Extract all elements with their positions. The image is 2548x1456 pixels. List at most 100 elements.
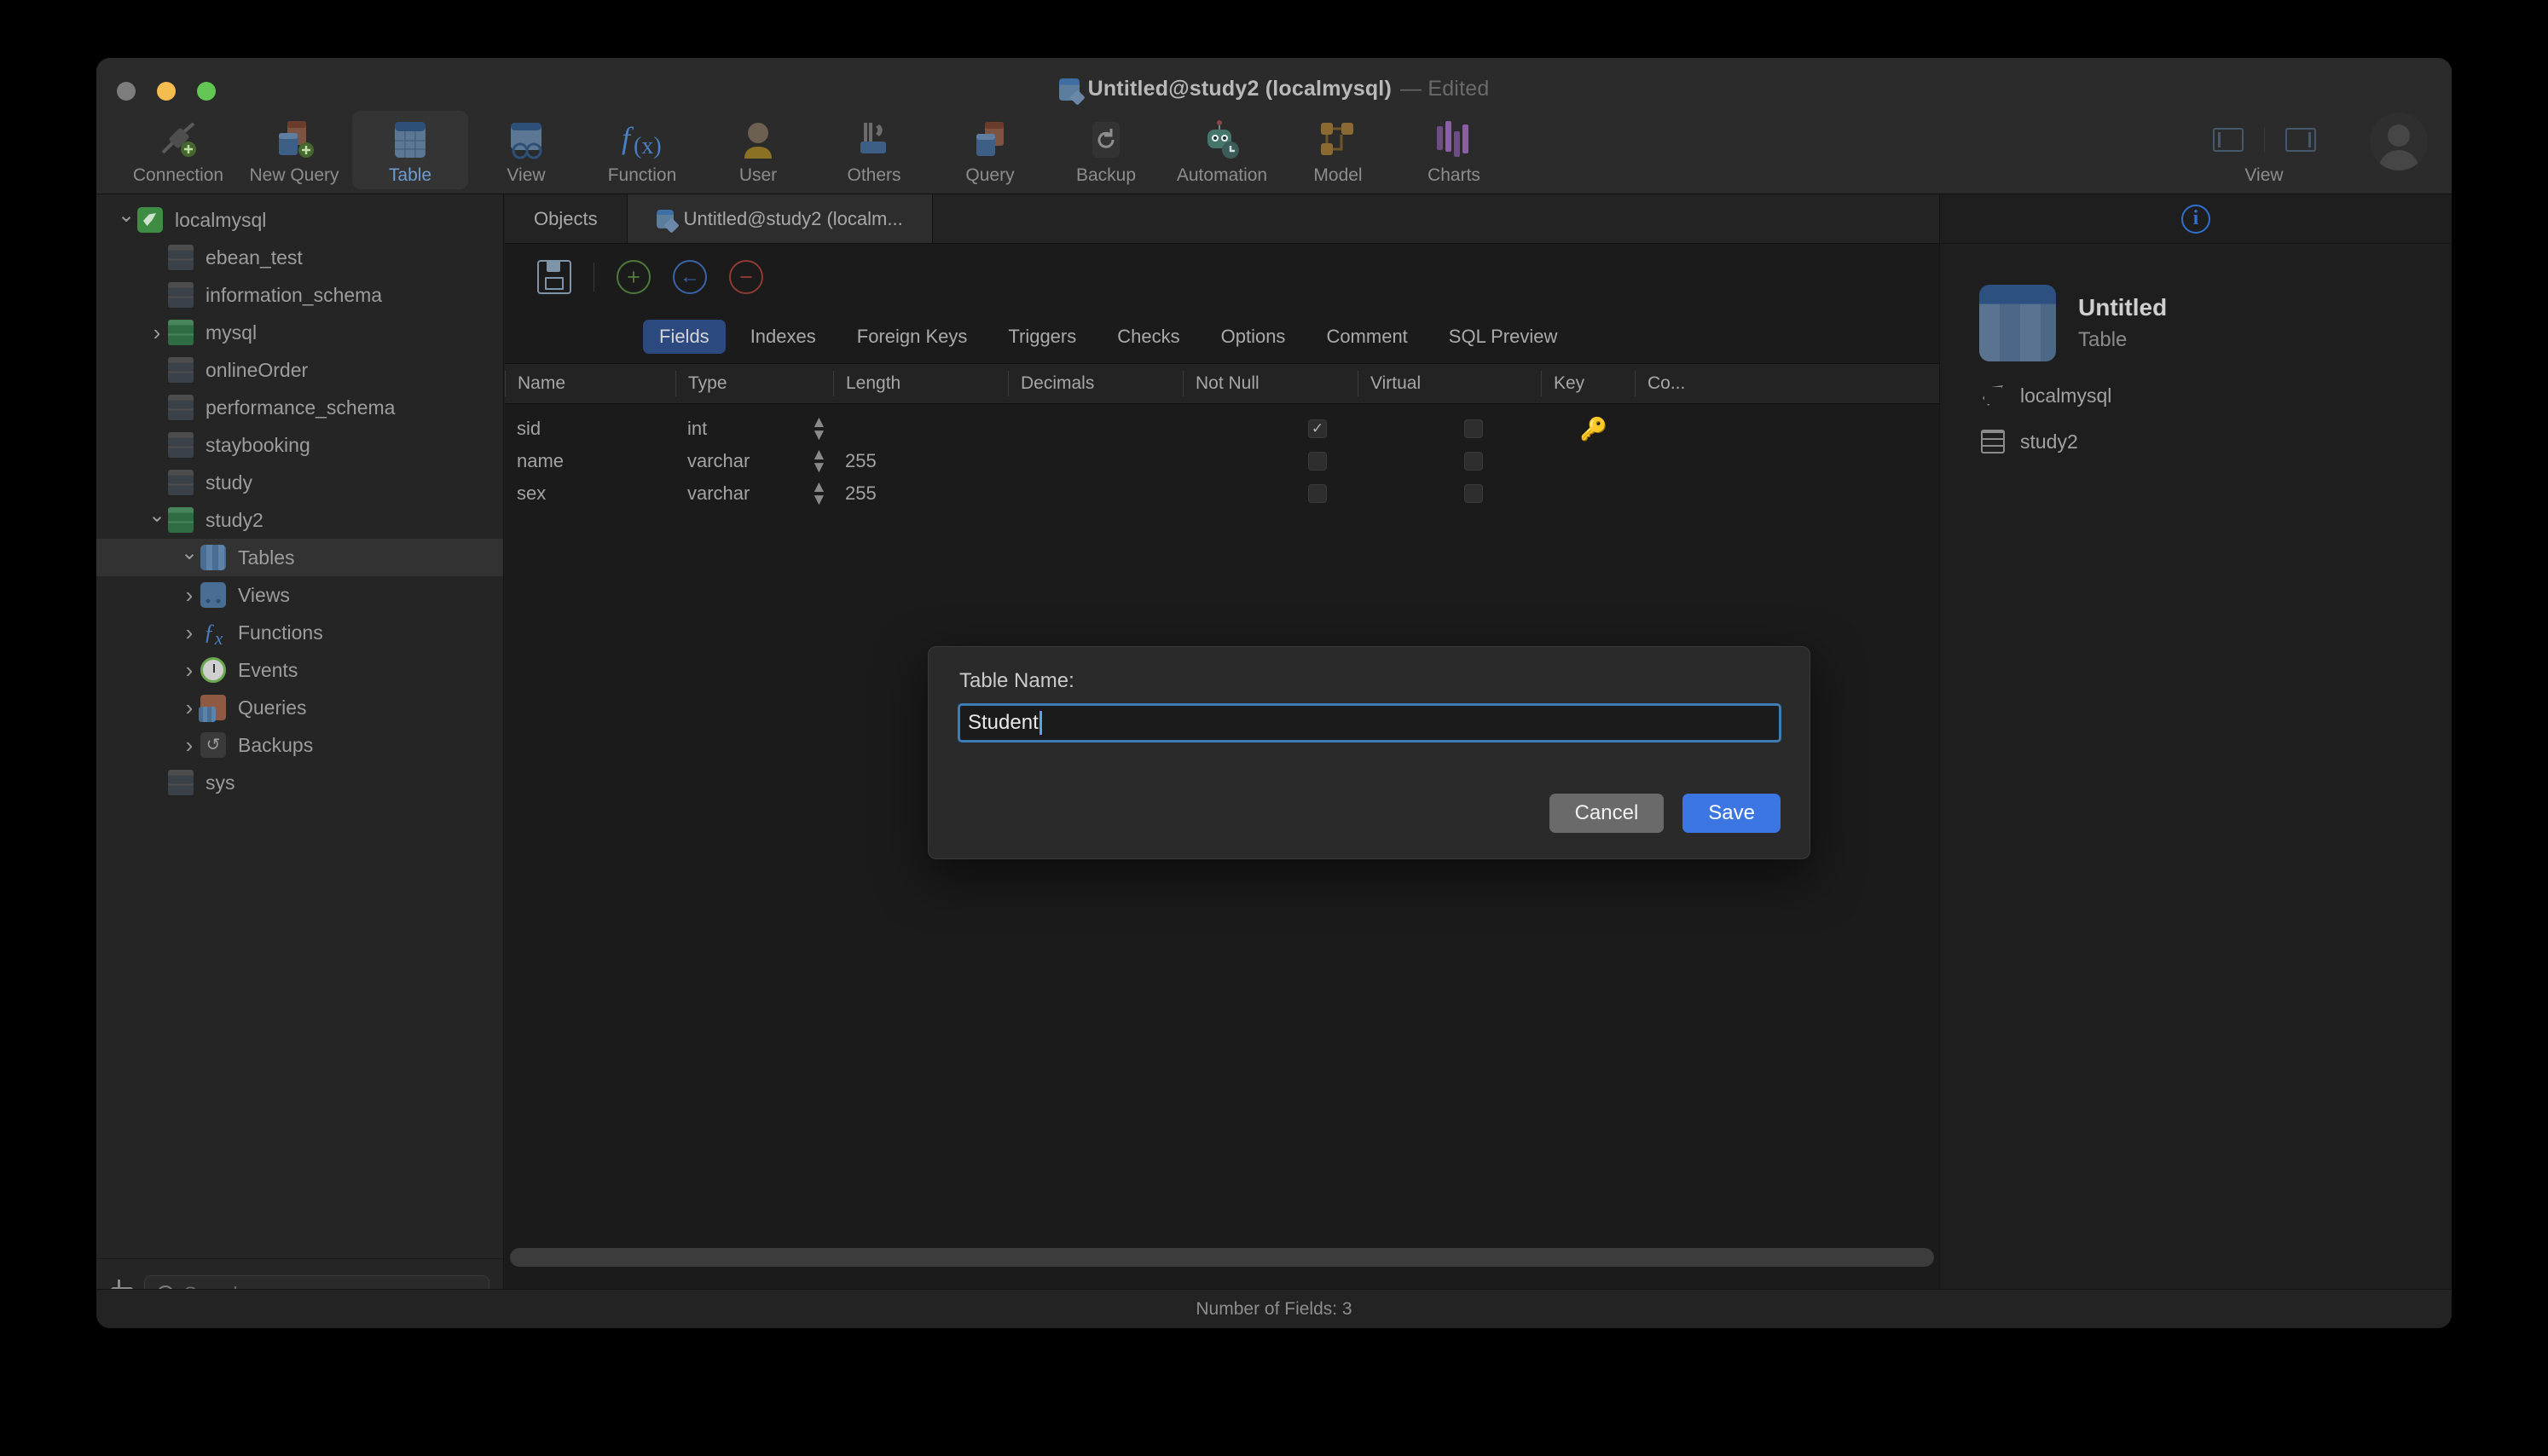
tree-item-sys[interactable]: sys xyxy=(96,764,503,801)
toolbar-table[interactable]: Table xyxy=(352,111,468,189)
column-header-name[interactable]: Name xyxy=(505,371,675,396)
toolbar-others[interactable]: Others xyxy=(816,111,932,189)
toolbar-view[interactable]: View xyxy=(468,111,584,189)
cell-not-null[interactable] xyxy=(1183,445,1358,477)
cell-field-decimals[interactable] xyxy=(1008,413,1183,445)
table-row[interactable]: name varchar ▲▼ 255 xyxy=(505,445,1939,477)
type-stepper-icon[interactable]: ▲▼ xyxy=(799,445,833,477)
subtab-foreign-keys[interactable]: Foreign Keys xyxy=(841,320,984,354)
tree-item-performance-schema[interactable]: performance_schema xyxy=(96,389,503,426)
column-header-comment[interactable]: Co... xyxy=(1635,371,1729,396)
cell-field-type[interactable]: int xyxy=(675,413,799,445)
cell-virtual[interactable] xyxy=(1358,477,1541,510)
delete-field-icon[interactable]: − xyxy=(729,260,763,294)
add-field-icon[interactable]: + xyxy=(617,260,651,294)
virtual-checkbox[interactable] xyxy=(1464,484,1483,503)
type-stepper-icon[interactable]: ▲▼ xyxy=(799,477,833,510)
cell-virtual[interactable] xyxy=(1358,413,1541,445)
cell-field-type[interactable]: varchar xyxy=(675,445,799,477)
virtual-checkbox[interactable] xyxy=(1464,419,1483,438)
column-header-length[interactable]: Length xyxy=(833,371,1008,396)
subtab-indexes[interactable]: Indexes xyxy=(734,320,832,354)
column-header-virtual[interactable]: Virtual xyxy=(1358,371,1541,396)
cancel-button[interactable]: Cancel xyxy=(1549,794,1665,833)
cell-virtual[interactable] xyxy=(1358,445,1541,477)
subtab-fields[interactable]: Fields xyxy=(643,320,726,354)
table-row[interactable]: sex varchar ▲▼ 255 xyxy=(505,477,1939,510)
chevron-right-icon[interactable] xyxy=(178,657,200,684)
cell-not-null[interactable]: ✓ xyxy=(1183,413,1358,445)
cell-key[interactable]: 🔑 xyxy=(1541,413,1635,445)
chevron-right-icon[interactable] xyxy=(178,732,200,759)
tree-item-views[interactable]: Views xyxy=(96,576,503,614)
tree-item-events[interactable]: Events xyxy=(96,651,503,689)
subtab-comment[interactable]: Comment xyxy=(1310,320,1423,354)
column-header-decimals[interactable]: Decimals xyxy=(1008,371,1183,396)
cell-field-length[interactable]: 255 xyxy=(833,445,1008,477)
tree-item-onlineorder[interactable]: onlineOrder xyxy=(96,351,503,389)
subtab-triggers[interactable]: Triggers xyxy=(992,320,1092,354)
cell-field-type[interactable]: varchar xyxy=(675,477,799,510)
tree-item-functions[interactable]: ƒx Functions xyxy=(96,614,503,651)
chevron-right-icon[interactable] xyxy=(178,582,200,609)
not-null-checkbox-checked[interactable]: ✓ xyxy=(1308,419,1327,438)
tree-item-backups[interactable]: ↺ Backups xyxy=(96,726,503,764)
cell-field-name[interactable]: sex xyxy=(505,477,675,510)
cell-key[interactable] xyxy=(1541,477,1635,510)
toolbar-user[interactable]: User xyxy=(700,111,816,189)
save-button[interactable]: Save xyxy=(1682,794,1781,833)
user-avatar-icon[interactable] xyxy=(2370,113,2428,170)
chevron-down-icon[interactable] xyxy=(115,208,137,233)
horizontal-scrollbar[interactable] xyxy=(510,1248,1934,1267)
tree-item-staybooking[interactable]: staybooking xyxy=(96,426,503,464)
cell-field-length[interactable]: 255 xyxy=(833,477,1008,510)
toolbar-connection[interactable]: Connection xyxy=(120,111,236,189)
type-stepper-icon[interactable]: ▲▼ xyxy=(799,413,833,445)
column-header-key[interactable]: Key xyxy=(1541,371,1635,396)
column-header-not-null[interactable]: Not Null xyxy=(1183,371,1358,396)
toolbar-backup[interactable]: Backup xyxy=(1048,111,1164,189)
insert-field-icon[interactable]: ← xyxy=(673,260,707,294)
toolbar-charts[interactable]: Charts xyxy=(1396,111,1512,189)
tree-item-information-schema[interactable]: information_schema xyxy=(96,276,503,314)
subtab-sql-preview[interactable]: SQL Preview xyxy=(1433,320,1574,354)
not-null-checkbox[interactable] xyxy=(1308,452,1327,471)
tree-item-localmysql[interactable]: localmysql xyxy=(96,201,503,239)
not-null-checkbox[interactable] xyxy=(1308,484,1327,503)
tree-item-mysql[interactable]: mysql xyxy=(96,314,503,351)
tree-item-tables[interactable]: Tables xyxy=(96,539,503,576)
panel-right-toggle-icon[interactable] xyxy=(2285,128,2316,152)
cell-comment[interactable] xyxy=(1635,477,1729,510)
chevron-down-icon[interactable] xyxy=(178,546,200,570)
subtab-options[interactable]: Options xyxy=(1205,320,1302,354)
toolbar-new-query[interactable]: New Query xyxy=(236,111,352,189)
cell-key[interactable] xyxy=(1541,445,1635,477)
chevron-down-icon[interactable] xyxy=(146,508,168,533)
toolbar-query[interactable]: Query xyxy=(932,111,1048,189)
chevron-right-icon[interactable] xyxy=(178,620,200,646)
panel-left-toggle-icon[interactable] xyxy=(2213,128,2244,152)
toolbar-function[interactable]: f (x) Function xyxy=(584,111,700,189)
save-icon[interactable] xyxy=(537,260,571,294)
subtab-checks[interactable]: Checks xyxy=(1101,320,1196,354)
tree-item-ebean-test[interactable]: ebean_test xyxy=(96,239,503,276)
virtual-checkbox[interactable] xyxy=(1464,452,1483,471)
cell-field-name[interactable]: name xyxy=(505,445,675,477)
info-circle-icon[interactable]: i xyxy=(2181,205,2210,234)
chevron-right-icon[interactable] xyxy=(146,320,168,346)
cell-field-decimals[interactable] xyxy=(1008,477,1183,510)
cell-field-name[interactable]: sid xyxy=(505,413,675,445)
cell-comment[interactable] xyxy=(1635,413,1729,445)
cell-field-length[interactable] xyxy=(833,413,1008,445)
column-header-type[interactable]: Type xyxy=(675,371,833,396)
tree-item-study2[interactable]: study2 xyxy=(96,501,503,539)
tab-untitled-table[interactable]: Untitled@study2 (localm... xyxy=(628,194,933,243)
table-name-input[interactable]: Student xyxy=(958,703,1781,742)
tree-item-queries[interactable]: Queries xyxy=(96,689,503,726)
table-row[interactable]: sid int ▲▼ ✓ 🔑 xyxy=(505,413,1939,445)
cell-comment[interactable] xyxy=(1635,445,1729,477)
object-tree[interactable]: localmysql ebean_test information_schema… xyxy=(96,194,503,1258)
toolbar-model[interactable]: Model xyxy=(1280,111,1396,189)
cell-not-null[interactable] xyxy=(1183,477,1358,510)
chevron-right-icon[interactable] xyxy=(178,695,200,721)
